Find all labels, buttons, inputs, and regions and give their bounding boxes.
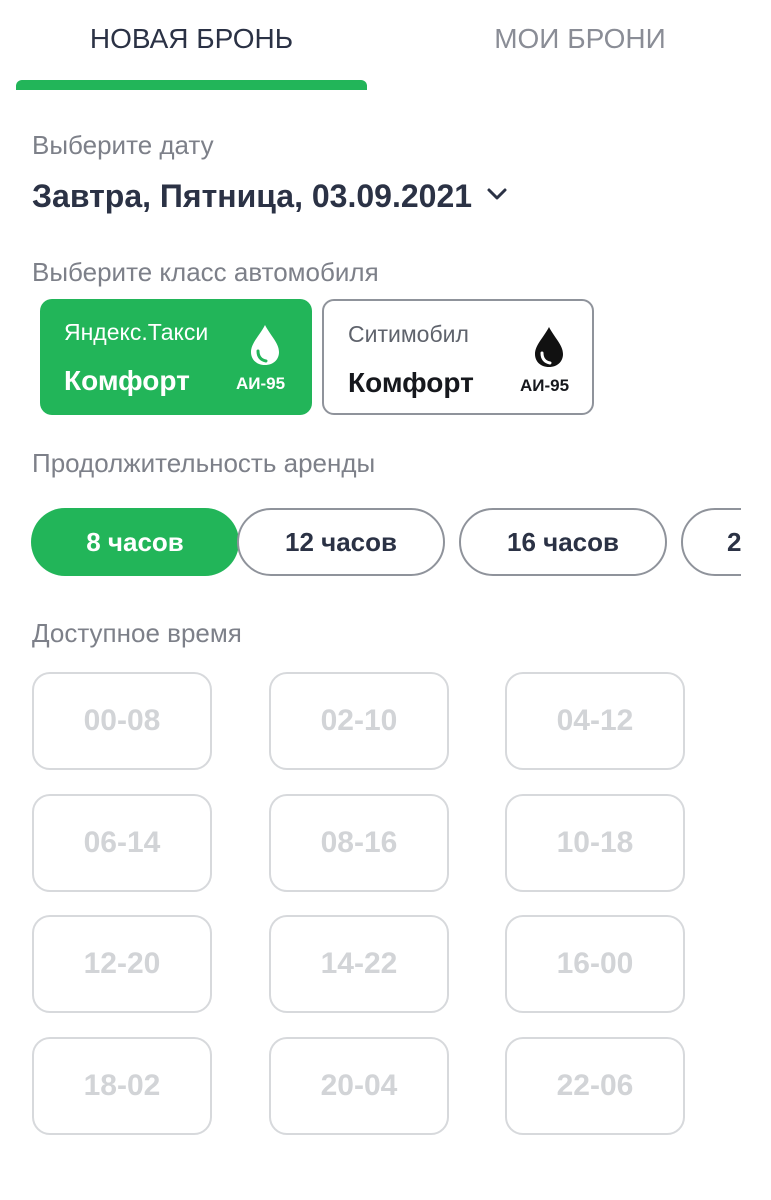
time-slot: 10-18	[505, 794, 685, 892]
tab-bar: НОВАЯ БРОНЬ МОИ БРОНИ	[0, 0, 771, 92]
time-slot: 16-00	[505, 915, 685, 1013]
date-label: Выберите дату	[32, 130, 214, 160]
car-provider: Яндекс.Такси	[64, 319, 209, 345]
car-class-label: Выберите класс автомобиля	[32, 257, 379, 287]
time-slot: 22-06	[505, 1037, 685, 1135]
time-slot: 08-16	[269, 794, 449, 892]
time-slot: 02-10	[269, 672, 449, 770]
duration-option-8h[interactable]: 8 часов	[31, 508, 239, 576]
duration-option-12h[interactable]: 12 часов	[237, 508, 445, 576]
duration-option-partial[interactable]: 2	[681, 508, 741, 576]
car-provider: Ситимобил	[348, 321, 469, 347]
date-selector[interactable]: Завтра, Пятница, 03.09.2021	[32, 176, 508, 216]
tab-my-bookings[interactable]: МОИ БРОНИ	[420, 22, 740, 56]
active-tab-indicator	[16, 80, 367, 90]
time-slot: 06-14	[32, 794, 212, 892]
duration-options: 8 часов 12 часов 16 часов 2	[0, 500, 741, 584]
time-slot: 18-02	[32, 1037, 212, 1135]
car-class-name: Комфорт	[348, 367, 474, 398]
fuel-drop-icon	[251, 325, 279, 365]
fuel-type: АИ-95	[236, 374, 286, 393]
fuel-type: АИ-95	[520, 376, 570, 395]
available-time-label: Доступное время	[32, 618, 242, 648]
tab-new-booking[interactable]: НОВАЯ БРОНЬ	[16, 22, 367, 56]
date-value: Завтра, Пятница, 03.09.2021	[32, 177, 473, 214]
time-slot: 20-04	[269, 1037, 449, 1135]
chevron-down-icon	[487, 188, 507, 200]
fuel-drop-icon	[535, 327, 563, 367]
car-option-citymobil-comfort[interactable]: Ситимобил Комфорт АИ-95	[322, 299, 594, 415]
time-slot: 14-22	[269, 915, 449, 1013]
time-slot: 04-12	[505, 672, 685, 770]
car-option-yandex-comfort[interactable]: Яндекс.Такси Комфорт АИ-95	[40, 299, 312, 415]
car-class-name: Комфорт	[64, 365, 190, 396]
duration-option-16h[interactable]: 16 часов	[459, 508, 667, 576]
time-slot: 12-20	[32, 915, 212, 1013]
duration-label: Продолжительность аренды	[32, 448, 376, 478]
time-slot: 00-08	[32, 672, 212, 770]
